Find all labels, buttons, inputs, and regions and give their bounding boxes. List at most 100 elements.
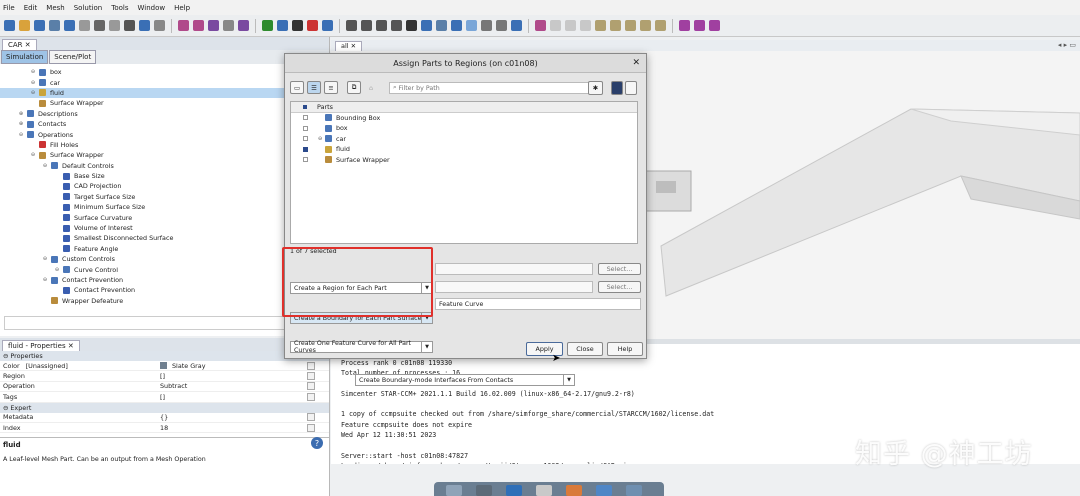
tree-item[interactable]: ⊕ Descriptions: [0, 109, 328, 119]
toolbar-button-icon[interactable]: [625, 20, 636, 31]
toolbar-button-icon[interactable]: [19, 20, 30, 31]
expand-toggle-icon[interactable]: ⊖: [42, 163, 48, 169]
expand-toggle-icon[interactable]: ⊖: [42, 256, 48, 262]
tree-item[interactable]: ⊖ Contact Prevention: [0, 275, 328, 285]
toolbar-button-icon[interactable]: [94, 20, 105, 31]
taskbar-app-icon[interactable]: [536, 485, 552, 496]
toolbar-button-icon[interactable]: [496, 20, 507, 31]
part-checkbox[interactable]: [303, 136, 308, 142]
toolbar-button-icon[interactable]: [49, 20, 60, 31]
part-checkbox[interactable]: [303, 125, 308, 131]
part-row[interactable]: Surface Wrapper: [291, 155, 637, 166]
part-row[interactable]: fluid: [291, 144, 637, 155]
taskbar-app-icon[interactable]: [446, 485, 462, 496]
toolbar-button-icon[interactable]: [154, 20, 165, 31]
toolbar-button-icon[interactable]: [193, 20, 204, 31]
toolbar-button-icon[interactable]: [511, 20, 522, 31]
toolbar-button-icon[interactable]: [550, 20, 561, 31]
expand-toggle-icon[interactable]: ⊖: [30, 152, 36, 158]
tree-item[interactable]: ⊖ box: [0, 67, 328, 77]
list-view-icon[interactable]: ≡: [324, 81, 338, 94]
toolbar-button-icon[interactable]: [109, 20, 120, 31]
toolbar-button-icon[interactable]: [391, 20, 402, 31]
toolbar-button-icon[interactable]: [709, 20, 720, 31]
toolbar-button-icon[interactable]: [34, 20, 45, 31]
property-edit-button[interactable]: [307, 392, 315, 401]
expand-toggle-icon[interactable]: ⊖: [54, 267, 60, 273]
help-icon[interactable]: ?: [311, 437, 323, 449]
filter-options-icon[interactable]: ✱: [588, 81, 603, 95]
taskbar-app-icon[interactable]: [476, 485, 492, 496]
tree-item[interactable]: ⊖ Operations: [0, 129, 328, 139]
taskbar-app-icon[interactable]: [566, 485, 582, 496]
menu-mesh[interactable]: Mesh: [46, 4, 64, 12]
toolbar-button-icon[interactable]: [4, 20, 15, 31]
toolbar-button-icon[interactable]: [139, 20, 150, 31]
menu-help[interactable]: Help: [174, 4, 190, 12]
tree-item[interactable]: ⊖ Surface Wrapper: [0, 150, 328, 160]
part-row[interactable]: Bounding Box: [291, 113, 637, 124]
toolbar-button-icon[interactable]: [595, 20, 606, 31]
interface-mode-select[interactable]: Create Boundary-mode Interfaces From Con…: [355, 374, 575, 386]
toolbar-button-icon[interactable]: [535, 20, 546, 31]
toolbar-button-icon[interactable]: [406, 20, 417, 31]
toolbar-button-icon[interactable]: [436, 20, 447, 31]
close-button[interactable]: Close: [567, 342, 603, 356]
toolbar-button-icon[interactable]: [679, 20, 690, 31]
toolbar-button-icon[interactable]: [223, 20, 234, 31]
toolbar-button-icon[interactable]: [208, 20, 219, 31]
close-icon[interactable]: ✕: [632, 58, 640, 68]
expand-toggle-icon[interactable]: ⊖: [30, 80, 36, 86]
tree-item[interactable]: Smallest Disconnected Surface: [0, 233, 328, 243]
tree-item[interactable]: Surface Wrapper: [0, 98, 328, 108]
toolbar-button-icon[interactable]: [79, 20, 90, 31]
tree-item[interactable]: ⊖ car: [0, 77, 328, 87]
part-row[interactable]: box: [291, 123, 637, 134]
tree-item[interactable]: ⊖ Custom Controls: [0, 254, 328, 264]
expand-toggle-icon[interactable]: ⊕: [18, 111, 24, 117]
feature-curve-mode-select[interactable]: Create One Feature Curve for All Part Cu…: [290, 340, 433, 354]
toolbar-button-icon[interactable]: [322, 20, 333, 31]
toolbar-button-icon[interactable]: [64, 20, 75, 31]
property-row[interactable]: Index 18: [0, 423, 329, 434]
toolbar-button-icon[interactable]: [640, 20, 651, 31]
toolbar-button-icon[interactable]: [580, 20, 591, 31]
property-row[interactable]: Metadata {}: [0, 413, 329, 423]
part-row[interactable]: ⊖ car: [291, 134, 637, 145]
properties-section-header[interactable]: ⊖ Properties: [0, 351, 329, 361]
dark-view-icon[interactable]: [611, 81, 623, 95]
expand-toggle-icon[interactable]: ⊖: [42, 277, 48, 283]
tab-properties[interactable]: fluid - Properties ✕: [2, 340, 80, 351]
tree-item[interactable]: Contact Prevention: [0, 285, 328, 295]
light-view-icon[interactable]: [625, 81, 637, 95]
toolbar-button-icon[interactable]: [655, 20, 666, 31]
menu-edit[interactable]: Edit: [24, 4, 38, 12]
taskbar-app-icon[interactable]: [596, 485, 612, 496]
feature-curve-name-input[interactable]: Feature Curve: [435, 298, 641, 310]
region-select-button[interactable]: Select...: [598, 263, 641, 275]
tab-scene-plot[interactable]: Scene/Plot: [49, 50, 97, 64]
tree-item[interactable]: ⊕ Contacts: [0, 119, 328, 129]
tree-item[interactable]: Wrapper Defeature: [0, 296, 328, 306]
toolbar-button-icon[interactable]: [361, 20, 372, 31]
tree-item[interactable]: Surface Curvature: [0, 212, 328, 222]
menu-tools[interactable]: Tools: [111, 4, 128, 12]
toolbar-button-icon[interactable]: [178, 20, 189, 31]
toolbar-button-icon[interactable]: [610, 20, 621, 31]
tree-item[interactable]: Fill Holes: [0, 140, 328, 150]
menu-solution[interactable]: Solution: [74, 4, 103, 12]
toolbar-button-icon[interactable]: [376, 20, 387, 31]
select-all-checkbox[interactable]: [303, 104, 307, 109]
toolbar-button-icon[interactable]: [277, 20, 288, 31]
tab-car[interactable]: CAR ✕: [2, 39, 37, 50]
toolbar-button-icon[interactable]: [124, 20, 135, 31]
toolbar-button-icon[interactable]: [481, 20, 492, 31]
property-row[interactable]: Color [Unassigned] Slate Gray: [0, 361, 329, 372]
tree-item[interactable]: ⊖ Default Controls: [0, 161, 328, 171]
tree-item[interactable]: Base Size: [0, 171, 328, 181]
toolbar-button-icon[interactable]: [307, 20, 318, 31]
toolbar-button-icon[interactable]: [451, 20, 462, 31]
taskbar-app-icon[interactable]: [506, 485, 522, 496]
toolbar-button-icon[interactable]: [346, 20, 357, 31]
tree-item[interactable]: ⊖ Curve Control: [0, 264, 328, 274]
